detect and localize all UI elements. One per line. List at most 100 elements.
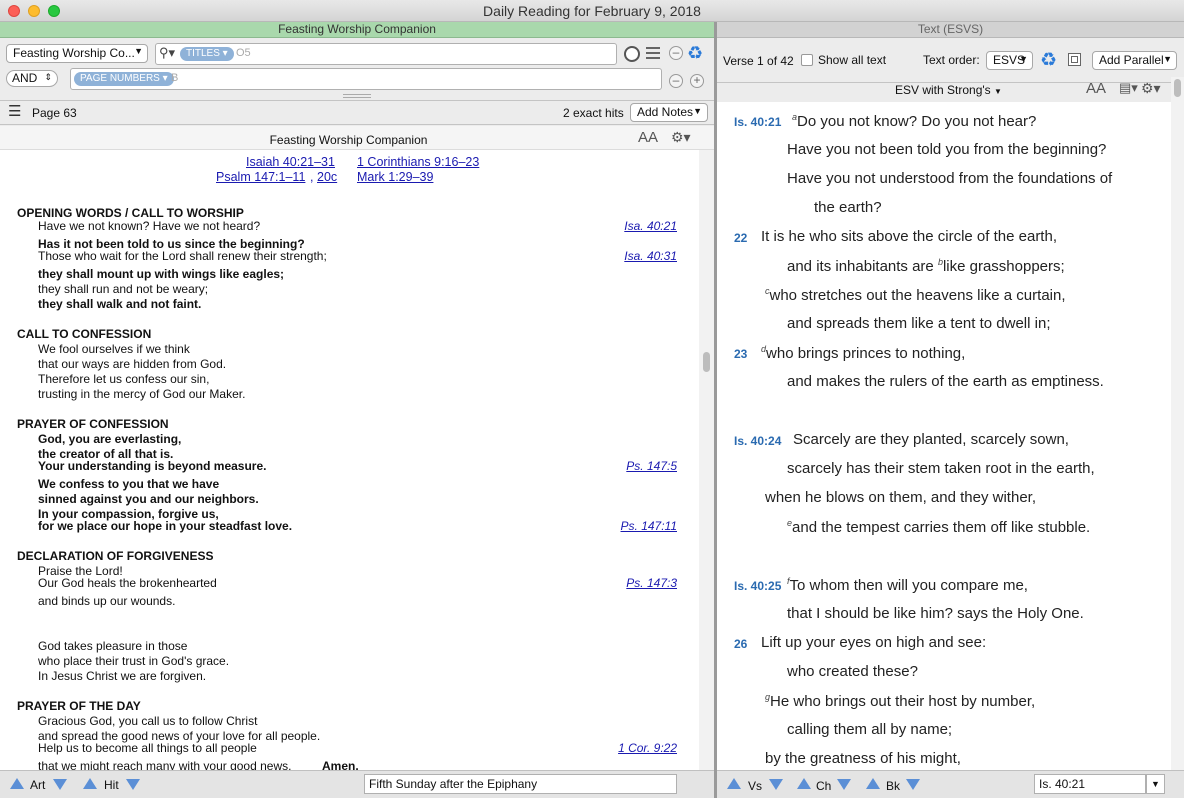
next-chapter-icon[interactable] (837, 779, 851, 793)
verse-line: when he blows on them, and they wither, (765, 489, 1036, 506)
contents-list-icon[interactable]: ☰ (8, 104, 21, 119)
gear-icon[interactable]: ⚙▾ (671, 129, 691, 146)
prev-article-icon[interactable] (10, 778, 24, 792)
amen-text: Amen. (322, 759, 359, 770)
scripture-ref-link[interactable]: Ps. 147:11 (621, 519, 677, 533)
worship-line: Have we not known? Have we not heard? (38, 219, 261, 233)
worship-line: for we place our hope in your steadfast … (38, 519, 293, 533)
verse-line: and its inhabitants are blike grasshoppe… (787, 257, 1065, 275)
prev-verse-icon[interactable] (727, 778, 741, 792)
scripture-ref-link[interactable]: 1 Cor. 9:22 (618, 741, 677, 755)
next-article-icon[interactable] (53, 779, 67, 793)
verse-text: who created these? (787, 663, 918, 680)
verse-line: Scarcely are they planted, scarcely sown… (793, 431, 1069, 448)
verse-line: who created these? (787, 663, 918, 680)
location-field[interactable]: Fifth Sunday after the Epiphany (364, 774, 677, 794)
worship-line: God, you are everlasting, (38, 432, 182, 446)
verse-label: Vs (748, 779, 763, 793)
bible-text: Is. 40:21 aDo you not know? Do you not he… (717, 102, 1171, 770)
search-icon[interactable]: ⚲▾ (159, 45, 175, 61)
link-recycle-icon[interactable]: ♻ (1040, 49, 1057, 72)
verse-text: who stretches out the heavens like a cur… (769, 287, 1066, 304)
add-notes-button[interactable]: Add Notes ▼ (630, 103, 708, 122)
verse-line: cwho stretches out the heavens like a cu… (765, 286, 1066, 304)
verse-line: eand the tempest carries them off like s… (787, 518, 1090, 536)
reference-field[interactable]: Is. 40:21 (1034, 774, 1146, 794)
verse-line: scarcely has their stem taken root in th… (787, 460, 1095, 477)
verse-number-link[interactable]: Is. 40:25 (734, 579, 781, 593)
verse-text: scarcely has their stem taken root in th… (787, 460, 1095, 477)
window-title: Daily Reading for February 9, 2018 (483, 3, 701, 19)
right-scrollbar[interactable] (1171, 77, 1184, 770)
titles-pill[interactable]: TITLES ▾ (180, 47, 234, 61)
next-book-icon[interactable] (906, 779, 920, 793)
verse-text: and its inhabitants are (787, 258, 938, 275)
resize-grip[interactable] (343, 94, 371, 98)
link-isaiah[interactable]: Isaiah 40:21–31 (246, 155, 335, 169)
worship-line: they shall walk and not faint. (38, 297, 202, 311)
link-mark[interactable]: Mark 1:29–39 (357, 170, 433, 184)
verse-number-link[interactable]: 22 (734, 231, 747, 245)
reference-history-button[interactable]: ▼ (1146, 774, 1165, 794)
prev-chapter-icon[interactable] (797, 778, 811, 792)
verse-text: Have you not understood from the foundat… (787, 170, 1113, 187)
link-corinthians[interactable]: 1 Corinthians 9:16–23 (357, 155, 479, 169)
verse-number-link[interactable]: Is. 40:21 (734, 115, 781, 129)
verse-number-link[interactable]: 23 (734, 347, 747, 361)
worship-line: God takes pleasure in those (38, 639, 188, 653)
worship-line: they shall run and not be weary; (38, 282, 209, 296)
verse-line: Lift up your eyes on high and see: (761, 634, 986, 651)
verse-text: and makes the rulers of the earth as emp… (787, 373, 1104, 390)
layout-icon[interactable] (1068, 53, 1081, 66)
remove-line-button[interactable]: – (669, 74, 683, 88)
verse-number-link[interactable]: Is. 40:24 (734, 434, 781, 448)
scripture-ref-link[interactable]: Isa. 40:21 (624, 219, 677, 233)
link-psalm[interactable]: Psalm 147:1–11 (216, 170, 305, 184)
search-go-icon[interactable] (624, 46, 640, 62)
verse-line: calling them all by name; (787, 721, 952, 738)
verse-text: who brings princes to nothing, (766, 345, 966, 362)
show-all-checkbox[interactable] (801, 54, 813, 66)
chevron-down-icon: ▼ (994, 87, 1002, 96)
worship-line: Our God heals the brokenhearted (38, 576, 217, 590)
scripture-ref-link[interactable]: Isa. 40:31 (624, 249, 677, 263)
version-select[interactable]: ESV with Strong's ▼ (895, 83, 1002, 97)
prev-book-icon[interactable] (866, 778, 880, 792)
text-order-select[interactable]: ESVS ▼ (986, 51, 1033, 70)
link-recycle-icon[interactable]: ♻ (687, 43, 703, 64)
left-scroll-thumb[interactable] (703, 352, 710, 372)
verse-number-link[interactable]: 26 (734, 637, 747, 651)
worship-line: and binds up our wounds. (38, 594, 176, 608)
worship-line: Those who wait for the Lord shall renew … (38, 249, 327, 263)
next-verse-icon[interactable] (769, 779, 783, 793)
left-scrollbar[interactable] (699, 150, 714, 770)
document-options-icon[interactable]: ▤▾ (1119, 80, 1138, 96)
bool-op-select[interactable]: AND ⇕ (6, 70, 58, 87)
text-size-icon[interactable]: AA (1086, 80, 1106, 97)
add-parallel-button[interactable]: Add Parallel ▼ (1092, 51, 1177, 70)
worship-line: In Jesus Christ we are forgiven. (38, 669, 207, 683)
chevron-down-icon: ▼ (134, 46, 143, 56)
article-label: Art (30, 778, 46, 792)
section-heading: OPENING WORDS / CALL TO WORSHIP (17, 206, 244, 220)
verse-text: and spreads them like a tent to dwell in… (787, 315, 1051, 332)
gear-icon[interactable]: ⚙▾ (1141, 80, 1161, 97)
search-field-titles[interactable]: ⚲▾ TITLES ▾ O5 (155, 43, 617, 65)
section-heading: PRAYER OF CONFESSION (17, 417, 169, 431)
resource-select[interactable]: Feasting Worship Co... ▼ (6, 44, 148, 63)
right-bottom-bar: Vs Ch Bk Is. 40:21 ▼ (717, 770, 1184, 798)
verse-text: that I should be like him? says the Holy… (787, 605, 1084, 622)
page-numbers-pill[interactable]: PAGE NUMBERS ▾ (74, 72, 174, 86)
add-line-button[interactable]: + (690, 74, 704, 88)
text-size-icon[interactable]: AA (638, 129, 658, 146)
verse-text: Do you not know? Do you not hear? (797, 113, 1037, 130)
scripture-ref-link[interactable]: Ps. 147:5 (626, 459, 677, 473)
search-field-pages[interactable]: PAGE NUMBERS ▾ B (70, 68, 662, 90)
next-hit-icon[interactable] (126, 779, 140, 793)
remove-search-line-button[interactable]: – (669, 46, 683, 60)
scripture-ref-link[interactable]: Ps. 147:3 (626, 576, 677, 590)
link-psalm-20c[interactable]: 20c (317, 170, 337, 184)
list-options-icon[interactable] (646, 47, 660, 59)
right-scroll-thumb[interactable] (1174, 79, 1181, 97)
prev-hit-icon[interactable] (83, 778, 97, 792)
